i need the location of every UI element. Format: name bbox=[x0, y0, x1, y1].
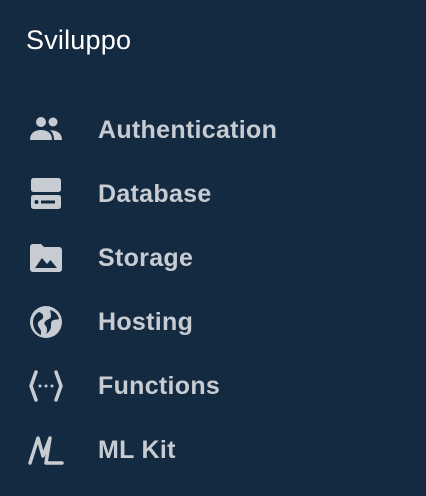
people-icon bbox=[26, 110, 66, 150]
section-title: Sviluppo bbox=[26, 25, 132, 55]
nav-items: Authentication Database Storage Hosting … bbox=[0, 98, 426, 482]
sidebar-item-storage[interactable]: Storage bbox=[0, 226, 426, 290]
sidebar-item-authentication[interactable]: Authentication bbox=[0, 98, 426, 162]
image-folder-icon bbox=[26, 238, 66, 278]
ml-kit-icon bbox=[26, 430, 66, 470]
globe-icon bbox=[26, 302, 66, 342]
sidebar-item-label: Storage bbox=[98, 243, 194, 272]
sidebar-item-hosting[interactable]: Hosting bbox=[0, 290, 426, 354]
sidebar-item-label: Database bbox=[98, 179, 212, 208]
sidebar-item-ml-kit[interactable]: ML Kit bbox=[0, 418, 426, 482]
sidebar-item-database[interactable]: Database bbox=[0, 162, 426, 226]
sidebar-item-label: ML Kit bbox=[98, 435, 176, 464]
sidebar-item-label: Functions bbox=[98, 371, 221, 400]
sidebar-item-label: Authentication bbox=[98, 115, 278, 144]
functions-icon bbox=[26, 366, 66, 406]
sidebar-nav: Sviluppo Authentication Database Storage… bbox=[0, 0, 426, 496]
sidebar-item-label: Hosting bbox=[98, 307, 194, 336]
database-icon bbox=[26, 174, 66, 214]
sidebar-item-functions[interactable]: Functions bbox=[0, 354, 426, 418]
